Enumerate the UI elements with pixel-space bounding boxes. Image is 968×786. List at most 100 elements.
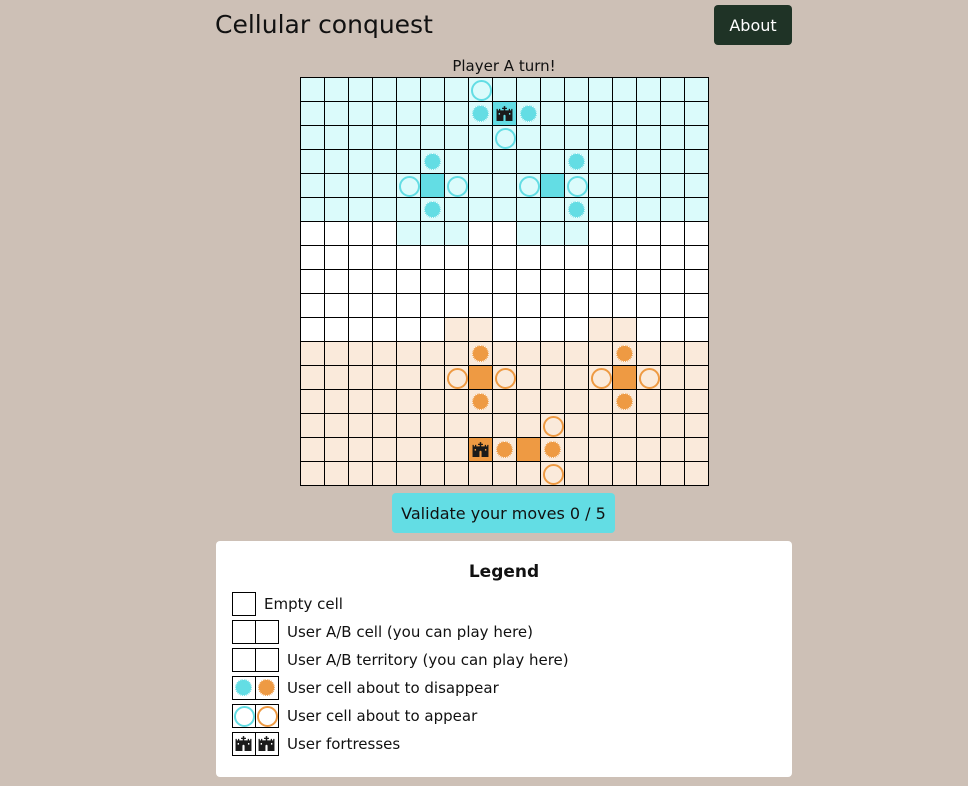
board-cell-empty[interactable] [637,246,661,270]
board-cell-a-territory[interactable] [349,126,373,150]
board-cell-a-territory[interactable] [541,126,565,150]
board-cell-a-territory[interactable] [493,150,517,174]
board-cell-b-territory[interactable] [349,438,373,462]
board-cell-a-territory[interactable] [349,198,373,222]
board-cell-b-appear[interactable] [493,366,517,390]
board-cell-a-territory[interactable] [589,78,613,102]
board-cell-b-territory[interactable] [301,390,325,414]
board-cell-a-territory[interactable] [589,198,613,222]
board-cell-a-territory[interactable] [397,198,421,222]
board-cell-empty[interactable] [301,222,325,246]
board-cell-a-territory[interactable] [589,150,613,174]
board-cell-b-territory[interactable] [397,414,421,438]
board-cell-a-territory[interactable] [373,102,397,126]
board-cell-b-territory[interactable] [493,342,517,366]
board-cell-b-territory[interactable] [301,438,325,462]
board-cell-empty[interactable] [397,270,421,294]
board-cell-empty[interactable] [541,246,565,270]
board-cell-b-territory[interactable] [373,390,397,414]
board-cell-b-territory[interactable] [325,462,349,486]
board-cell-b-territory[interactable] [469,414,493,438]
board-cell-a-territory[interactable] [469,150,493,174]
board-cell-b-appear[interactable] [589,366,613,390]
board-cell-a-territory[interactable] [373,126,397,150]
board-cell-b-territory[interactable] [493,462,517,486]
board-cell-a-territory[interactable] [325,150,349,174]
board-cell-a-territory[interactable] [349,102,373,126]
board-cell-a-disappear[interactable] [517,102,541,126]
board-cell-b-territory[interactable] [373,342,397,366]
board-cell-empty[interactable] [325,318,349,342]
board-cell-a-territory[interactable] [397,78,421,102]
board-cell-a-territory[interactable] [661,174,685,198]
board-cell-a-territory[interactable] [445,198,469,222]
board-cell-empty[interactable] [685,222,709,246]
board-cell-empty[interactable] [349,222,373,246]
board-cell-empty[interactable] [325,222,349,246]
board-cell-empty[interactable] [445,294,469,318]
board-cell-b-territory[interactable] [445,414,469,438]
board-cell-empty[interactable] [325,270,349,294]
board-cell-b-territory[interactable] [493,414,517,438]
board-cell-empty[interactable] [661,318,685,342]
board-cell-empty[interactable] [373,294,397,318]
board-cell-b-territory[interactable] [397,438,421,462]
board-cell-b-territory[interactable] [349,342,373,366]
board-cell-a-territory[interactable] [637,150,661,174]
board-cell-b-territory[interactable] [445,438,469,462]
board-cell-a-appear[interactable] [517,174,541,198]
board-cell-b-territory[interactable] [685,414,709,438]
board-cell-b-territory[interactable] [349,462,373,486]
board-cell-b-appear[interactable] [637,366,661,390]
board-cell-a-territory[interactable] [445,222,469,246]
board-cell-empty[interactable] [661,270,685,294]
board-cell-empty[interactable] [541,318,565,342]
board-cell-a-territory[interactable] [637,102,661,126]
board-cell-a-territory[interactable] [613,102,637,126]
board-cell-empty[interactable] [637,318,661,342]
board-cell-b-cell[interactable] [517,438,541,462]
board-cell-empty[interactable] [637,270,661,294]
board-cell-a-territory[interactable] [637,78,661,102]
board-cell-a-territory[interactable] [325,174,349,198]
board-cell-empty[interactable] [493,294,517,318]
board-cell-b-territory[interactable] [661,366,685,390]
board-cell-a-appear[interactable] [469,78,493,102]
board-cell-empty[interactable] [493,222,517,246]
board-cell-a-territory[interactable] [373,198,397,222]
board-cell-empty[interactable] [397,318,421,342]
board-cell-b-territory[interactable] [565,438,589,462]
board-cell-empty[interactable] [373,222,397,246]
board-cell-a-disappear[interactable] [469,102,493,126]
board-cell-a-territory[interactable] [349,150,373,174]
board-cell-b-territory[interactable] [301,342,325,366]
board-cell-b-territory[interactable] [613,438,637,462]
board-cell-a-territory[interactable] [445,102,469,126]
board-cell-b-territory[interactable] [373,414,397,438]
board-cell-a-territory[interactable] [685,174,709,198]
board-cell-a-territory[interactable] [637,198,661,222]
board-cell-a-disappear[interactable] [421,198,445,222]
board-cell-a-territory[interactable] [397,126,421,150]
board-cell-empty[interactable] [589,294,613,318]
board-cell-a-territory[interactable] [373,150,397,174]
board-cell-b-disappear[interactable] [469,390,493,414]
board-cell-b-appear[interactable] [541,414,565,438]
board-cell-empty[interactable] [637,294,661,318]
board-cell-empty[interactable] [589,270,613,294]
board-cell-b-territory[interactable] [421,342,445,366]
board-cell-empty[interactable] [685,294,709,318]
board-cell-a-territory[interactable] [541,78,565,102]
board-cell-b-territory[interactable] [589,318,613,342]
board-cell-b-territory[interactable] [397,342,421,366]
board-cell-a-territory[interactable] [541,198,565,222]
board-cell-a-territory[interactable] [421,126,445,150]
board-cell-a-territory[interactable] [349,78,373,102]
board-cell-b-territory[interactable] [637,390,661,414]
board-cell-a-territory[interactable] [301,102,325,126]
board-cell-a-territory[interactable] [685,78,709,102]
board-cell-a-territory[interactable] [421,78,445,102]
board-cell-b-territory[interactable] [493,390,517,414]
board-cell-b-territory[interactable] [613,318,637,342]
board-cell-b-territory[interactable] [445,318,469,342]
